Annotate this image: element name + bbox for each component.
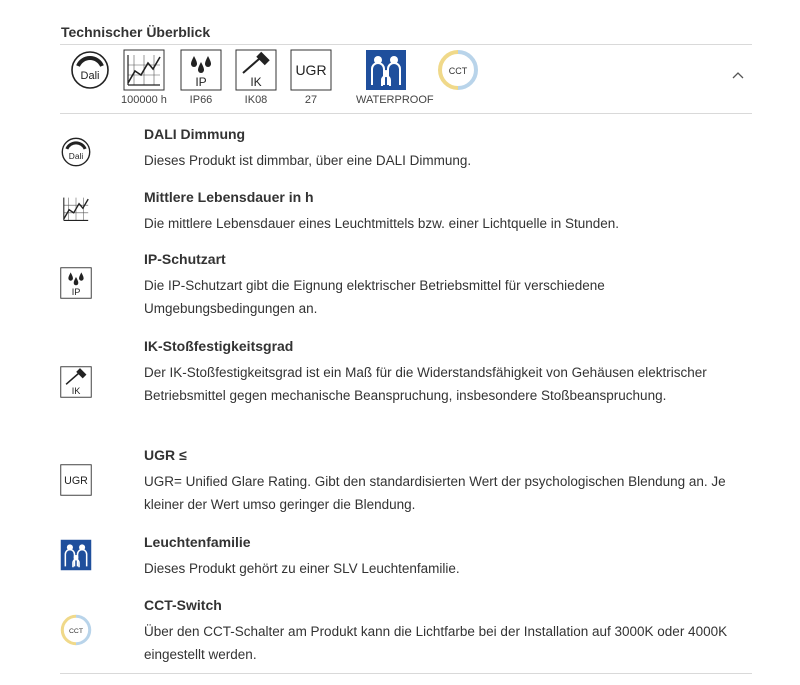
detail-description: Dieses Produkt gehört zu einer SLV Leuch… bbox=[144, 561, 460, 576]
dali-icon: Dali bbox=[69, 49, 111, 91]
cct-icon: CCT bbox=[437, 49, 479, 91]
lifetime-chart-icon bbox=[60, 193, 92, 225]
detail-description: Der IK-Stoßfestigkeitsgrad ist ein Maß f… bbox=[144, 365, 707, 403]
detail-title: UGR ≤ bbox=[144, 447, 187, 463]
cct-icon-text: CCT bbox=[449, 66, 468, 76]
cct-icon-text: CCT bbox=[69, 628, 84, 635]
detail-title: Leuchtenfamilie bbox=[144, 534, 251, 550]
detail-description: Über den CCT-Schalter am Produkt kann di… bbox=[144, 624, 728, 662]
cct-icon: CCT bbox=[60, 614, 92, 646]
dali-icon: Dali bbox=[60, 136, 92, 168]
detail-description: UGR= Unified Glare Rating. Gibt den stan… bbox=[144, 474, 726, 512]
detail-title: IK-Stoßfestigkeitsgrad bbox=[144, 338, 294, 354]
detail-description: Dieses Produkt ist dimmbar, über eine DA… bbox=[144, 153, 472, 168]
bottom-divider bbox=[60, 673, 752, 674]
detail-title: IP-Schutzart bbox=[144, 251, 226, 267]
ik-rating-icon: IK bbox=[60, 366, 92, 398]
strip-item-ugr: UGR 27 bbox=[281, 49, 341, 106]
dali-icon-text: Dali bbox=[69, 151, 84, 161]
detail-description: Die IP-Schutzart gibt die Eignung elektr… bbox=[144, 278, 605, 316]
strip-divider bbox=[60, 113, 752, 114]
ugr-icon-text: UGR bbox=[64, 475, 88, 487]
detail-title: DALI Dimmung bbox=[144, 126, 246, 142]
strip-caption: 27 bbox=[304, 94, 318, 106]
strip-item-dali: Dali bbox=[60, 49, 120, 94]
ip-icon-text: IP bbox=[195, 75, 206, 89]
ugr-icon-text: UGR bbox=[295, 62, 326, 78]
icon-summary-strip: Dali 100000 h IP IP66 IK IK08 UGR 27 WAT… bbox=[60, 49, 752, 111]
family-icon bbox=[60, 539, 92, 571]
ik-icon-text: IK bbox=[72, 386, 81, 396]
ip-icon-text: IP bbox=[72, 287, 81, 297]
strip-item-ik: IK IK08 bbox=[226, 49, 286, 106]
dali-icon-text: Dali bbox=[81, 70, 100, 82]
detail-title: Mittlere Lebensdauer in h bbox=[144, 189, 314, 205]
strip-caption: WATERPROOF bbox=[356, 94, 434, 106]
strip-item-lifetime: 100000 h bbox=[114, 49, 174, 106]
strip-item-cct: CCT bbox=[428, 49, 488, 94]
strip-item-ip: IP IP66 bbox=[171, 49, 231, 106]
family-icon bbox=[365, 49, 407, 91]
ugr-icon: UGR bbox=[290, 49, 332, 91]
ik-icon-text: IK bbox=[250, 75, 261, 89]
detail-description: Die mittlere Lebensdauer eines Leuchtmit… bbox=[144, 216, 620, 231]
collapse-chevron-up-icon[interactable] bbox=[730, 67, 746, 83]
strip-caption: 100000 h bbox=[121, 94, 167, 106]
lifetime-chart-icon bbox=[123, 49, 165, 91]
strip-caption: IK08 bbox=[244, 94, 268, 106]
section-title: Technischer Überblick bbox=[61, 24, 211, 40]
header-divider bbox=[60, 44, 752, 45]
ugr-icon: UGR bbox=[60, 464, 92, 496]
ip-rating-icon: IP bbox=[60, 267, 92, 299]
ik-rating-icon: IK bbox=[235, 49, 277, 91]
ip-rating-icon: IP bbox=[180, 49, 222, 91]
detail-title: CCT-Switch bbox=[144, 597, 222, 613]
strip-caption: IP66 bbox=[189, 94, 213, 106]
strip-item-family: WATERPROOF bbox=[356, 49, 434, 106]
